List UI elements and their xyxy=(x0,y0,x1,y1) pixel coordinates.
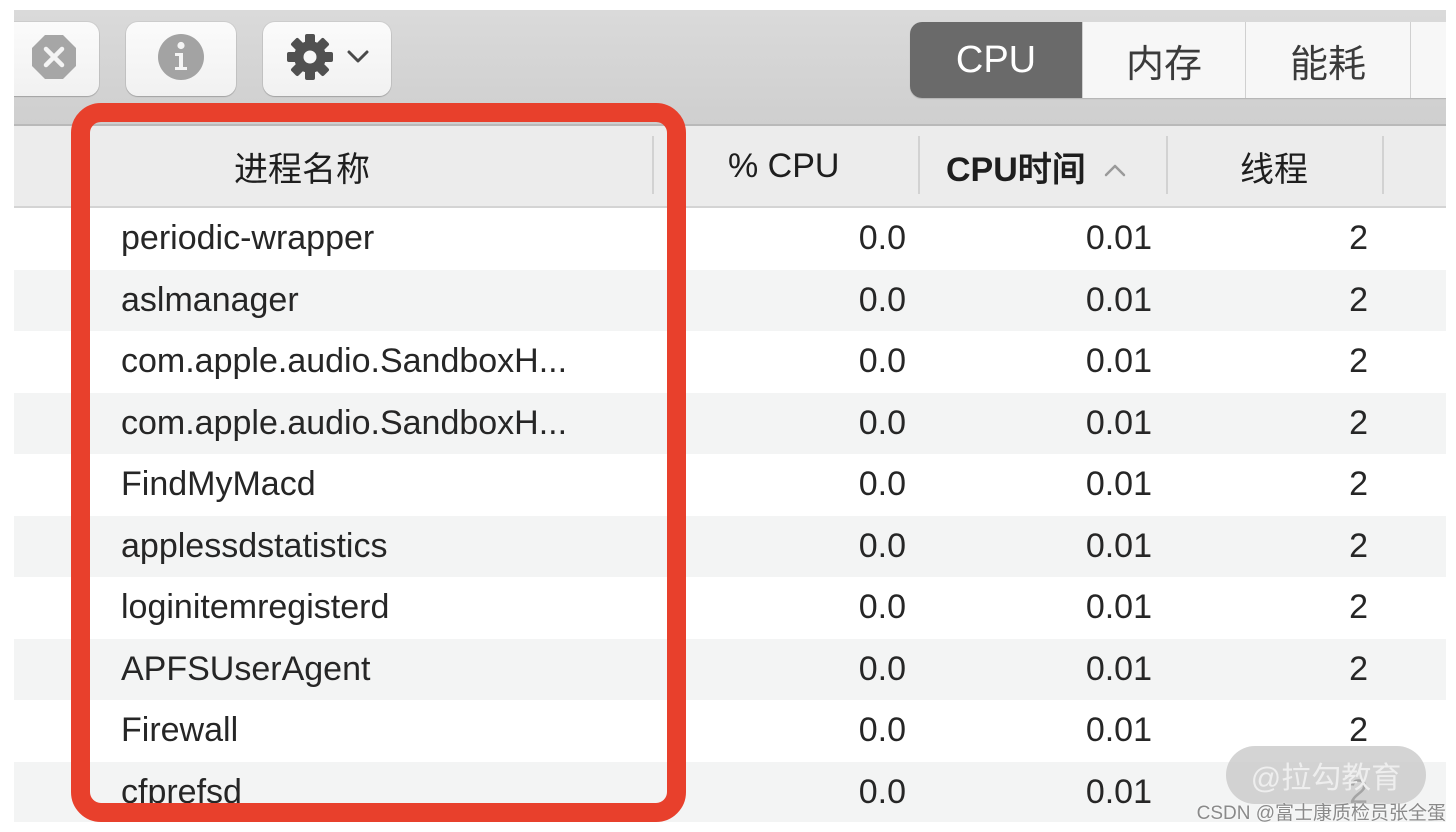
table-row[interactable]: applessdstatistics 0.0 0.01 2 xyxy=(14,515,1446,577)
cpu-percent: 0.0 xyxy=(858,588,906,627)
thread-count: 2 xyxy=(1349,219,1368,258)
cpu-time: 0.01 xyxy=(1085,342,1152,381)
cpu-percent: 0.0 xyxy=(858,403,906,442)
close-octagon-icon xyxy=(30,33,78,86)
thread-count: 2 xyxy=(1349,588,1368,627)
watermark-lagou: @拉勾教育 xyxy=(1226,746,1426,804)
table-row[interactable]: periodic-wrapper 0.0 0.01 2 xyxy=(14,208,1446,270)
process-name: loginitemregisterd xyxy=(121,588,390,627)
column-header-process-name[interactable]: 进程名称 xyxy=(234,126,370,206)
stop-process-button[interactable] xyxy=(14,22,99,96)
cpu-percent: 0.0 xyxy=(858,649,906,688)
tab-memory[interactable]: 内存 xyxy=(1082,22,1245,98)
process-name: com.apple.audio.SandboxH... xyxy=(121,403,568,442)
column-header-cpu-time-label: CPU时间 xyxy=(946,150,1086,189)
cpu-time: 0.01 xyxy=(1085,403,1152,442)
process-name: aslmanager xyxy=(121,280,299,319)
table-row[interactable]: APFSUserAgent 0.0 0.01 2 xyxy=(14,638,1446,700)
view-tabs: CPU 内存 能耗 xyxy=(910,22,1446,98)
cpu-time: 0.01 xyxy=(1085,588,1152,627)
table-row[interactable]: FindMyMacd 0.0 0.01 2 xyxy=(14,454,1446,516)
thread-count: 2 xyxy=(1349,342,1368,381)
cpu-time: 0.01 xyxy=(1085,219,1152,258)
cpu-time: 0.01 xyxy=(1085,526,1152,565)
thread-count: 2 xyxy=(1349,526,1368,565)
cpu-time: 0.01 xyxy=(1085,465,1152,504)
process-name: APFSUserAgent xyxy=(121,649,371,688)
cpu-time: 0.01 xyxy=(1085,649,1152,688)
cpu-percent: 0.0 xyxy=(858,711,906,750)
process-list: periodic-wrapper 0.0 0.01 2 aslmanager 0… xyxy=(14,208,1446,822)
actions-menu-button[interactable] xyxy=(263,22,391,96)
table-row[interactable]: Firewall 0.0 0.01 2 xyxy=(14,700,1446,762)
cpu-percent: 0.0 xyxy=(858,772,906,811)
process-name: Firewall xyxy=(121,711,239,750)
tab-disk[interactable] xyxy=(1410,22,1446,98)
watermark-csdn: CSDN @富士康质检员张全蛋 xyxy=(1196,803,1446,824)
table-row[interactable]: com.apple.audio.SandboxH... 0.0 0.01 2 xyxy=(14,392,1446,454)
process-name: FindMyMacd xyxy=(121,465,316,504)
gear-icon xyxy=(285,32,335,87)
cpu-time: 0.01 xyxy=(1085,280,1152,319)
cpu-percent: 0.0 xyxy=(858,465,906,504)
tab-energy[interactable]: 能耗 xyxy=(1245,22,1410,98)
tab-cpu[interactable]: CPU xyxy=(910,22,1082,98)
cpu-time: 0.01 xyxy=(1085,772,1152,811)
column-header-cpu-percent[interactable]: % CPU xyxy=(728,126,839,206)
column-divider[interactable] xyxy=(1166,136,1168,194)
column-divider[interactable] xyxy=(1382,136,1384,194)
cpu-time: 0.01 xyxy=(1085,711,1152,750)
cpu-percent: 0.0 xyxy=(858,219,906,258)
info-icon xyxy=(156,32,206,87)
table-header: 进程名称 % CPU CPU时间 线程 xyxy=(14,126,1446,208)
process-name: com.apple.audio.SandboxH... xyxy=(121,342,568,381)
cpu-percent: 0.0 xyxy=(858,280,906,319)
column-divider[interactable] xyxy=(918,136,920,194)
thread-count: 2 xyxy=(1349,649,1368,688)
table-row[interactable]: loginitemregisterd 0.0 0.01 2 xyxy=(14,577,1446,639)
inspect-process-button[interactable] xyxy=(126,22,236,96)
column-divider[interactable] xyxy=(652,136,654,194)
cpu-percent: 0.0 xyxy=(858,342,906,381)
process-name: cfprefsd xyxy=(121,772,242,811)
toolbar: CPU 内存 能耗 xyxy=(14,10,1446,126)
thread-count: 2 xyxy=(1349,280,1368,319)
process-name: periodic-wrapper xyxy=(121,219,375,258)
sort-ascending-icon xyxy=(1104,147,1126,186)
column-header-cpu-time[interactable]: CPU时间 xyxy=(946,126,1126,206)
table-row[interactable]: aslmanager 0.0 0.01 2 xyxy=(14,269,1446,331)
chevron-down-icon xyxy=(347,50,369,69)
activity-monitor-window: CPU 内存 能耗 进程名称 % CPU CPU时间 线程 periodic-w… xyxy=(14,10,1446,822)
column-header-threads[interactable]: 线程 xyxy=(1240,126,1308,206)
thread-count: 2 xyxy=(1349,465,1368,504)
table-row[interactable]: com.apple.audio.SandboxH... 0.0 0.01 2 xyxy=(14,331,1446,393)
thread-count: 2 xyxy=(1349,403,1368,442)
process-name: applessdstatistics xyxy=(121,526,388,565)
cpu-percent: 0.0 xyxy=(858,526,906,565)
